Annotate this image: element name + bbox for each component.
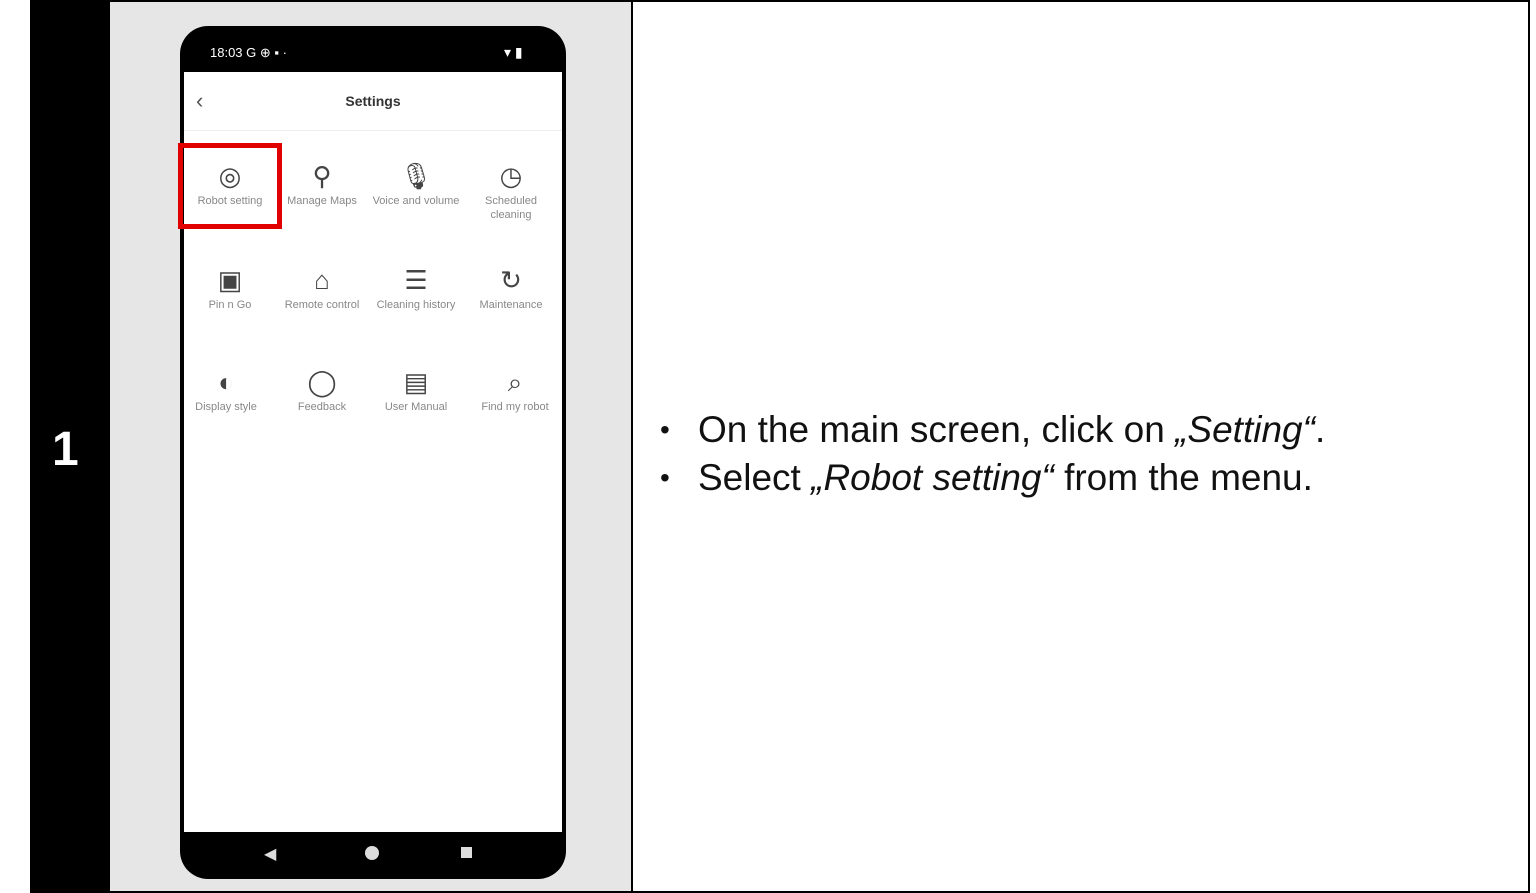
find-robot-icon: ⌕ <box>507 367 523 397</box>
bullet-icon: • <box>660 462 670 493</box>
grid-item-display-style[interactable]: ◐ Display style <box>180 364 272 414</box>
grid-item-find-my-robot[interactable]: ⌕ Find my robot <box>469 364 561 414</box>
bullet-icon: • <box>660 414 670 445</box>
grid-item-manage-maps[interactable]: ⚲ Manage Maps <box>276 158 368 208</box>
grid-item-label: Remote control <box>284 299 360 311</box>
microphone-icon: 🎙 <box>399 161 433 191</box>
grid-item-user-manual[interactable]: ▤ User Manual <box>370 364 462 414</box>
grid-item-label: Feedback <box>297 401 347 413</box>
grid-item-pin-n-go[interactable]: ▣ Pin n Go <box>184 262 276 312</box>
maintenance-icon: ↻ <box>500 265 522 295</box>
grid-item-remote-control[interactable]: ⌂ Remote control <box>276 262 368 312</box>
grid-item-feedback[interactable]: ◯ Feedback <box>276 364 368 414</box>
grid-item-cleaning-history[interactable]: ☰ Cleaning history <box>370 262 462 312</box>
robot-setting-highlight <box>178 143 282 229</box>
instruction-emphasis: „Setting“ <box>1175 409 1315 450</box>
grid-item-label: Display style <box>195 401 257 413</box>
status-icons: G ⊕ ▪ · <box>246 45 287 60</box>
instruction-list: • On the main screen, click on „Setting“… <box>660 406 1325 502</box>
palette-icon: ◐ <box>218 367 234 397</box>
grid-item-label: Pin n Go <box>208 299 252 311</box>
grid-item-label: Maintenance <box>479 299 543 311</box>
instruction-emphasis: „Robot setting“ <box>811 457 1054 498</box>
instruction-text: Select <box>698 457 812 498</box>
grid-item-voice-and-volume[interactable]: 🎙 Voice and volume <box>370 158 462 208</box>
instruction-item: • On the main screen, click on „Setting“… <box>660 406 1325 454</box>
nav-back-icon[interactable]: ◀ <box>264 844 276 864</box>
grid-item-label: User Manual <box>384 401 448 413</box>
feedback-icon: ◯ <box>307 367 337 397</box>
grid-item-scheduled-cleaning[interactable]: ◷ Scheduled cleaning <box>465 158 557 222</box>
grid-item-maintenance[interactable]: ↻ Maintenance <box>465 262 557 312</box>
grid-item-label: Cleaning history <box>376 299 456 311</box>
instruction-text: . <box>1314 409 1326 450</box>
instruction-item: • Select „Robot setting“ from the menu. <box>660 454 1325 502</box>
history-icon: ☰ <box>404 265 428 295</box>
grid-item-label: Scheduled cleaning <box>485 195 537 221</box>
settings-title: Settings <box>345 93 401 109</box>
status-bar: 18:03 G ⊕ ▪ · <box>210 45 287 61</box>
clock-icon: ◷ <box>499 161 523 191</box>
grid-item-label: Manage Maps <box>287 195 357 207</box>
map-icon: ⚲ <box>312 161 332 191</box>
status-time: 18:03 <box>210 45 243 60</box>
nav-recent-apps-icon[interactable] <box>461 847 472 858</box>
status-battery-wifi-icon: ▾ ▮ <box>504 44 523 60</box>
remote-icon: ⌂ <box>314 265 330 295</box>
pin-icon: ▣ <box>217 265 243 295</box>
grid-item-label: Voice and volume <box>372 195 460 207</box>
instruction-text: from the menu. <box>1053 457 1313 498</box>
nav-home-icon[interactable] <box>365 846 379 860</box>
instruction-text: On the main screen, click on <box>698 409 1176 450</box>
grid-item-label: Find my robot <box>481 401 549 413</box>
manual-icon: ▤ <box>403 367 429 397</box>
